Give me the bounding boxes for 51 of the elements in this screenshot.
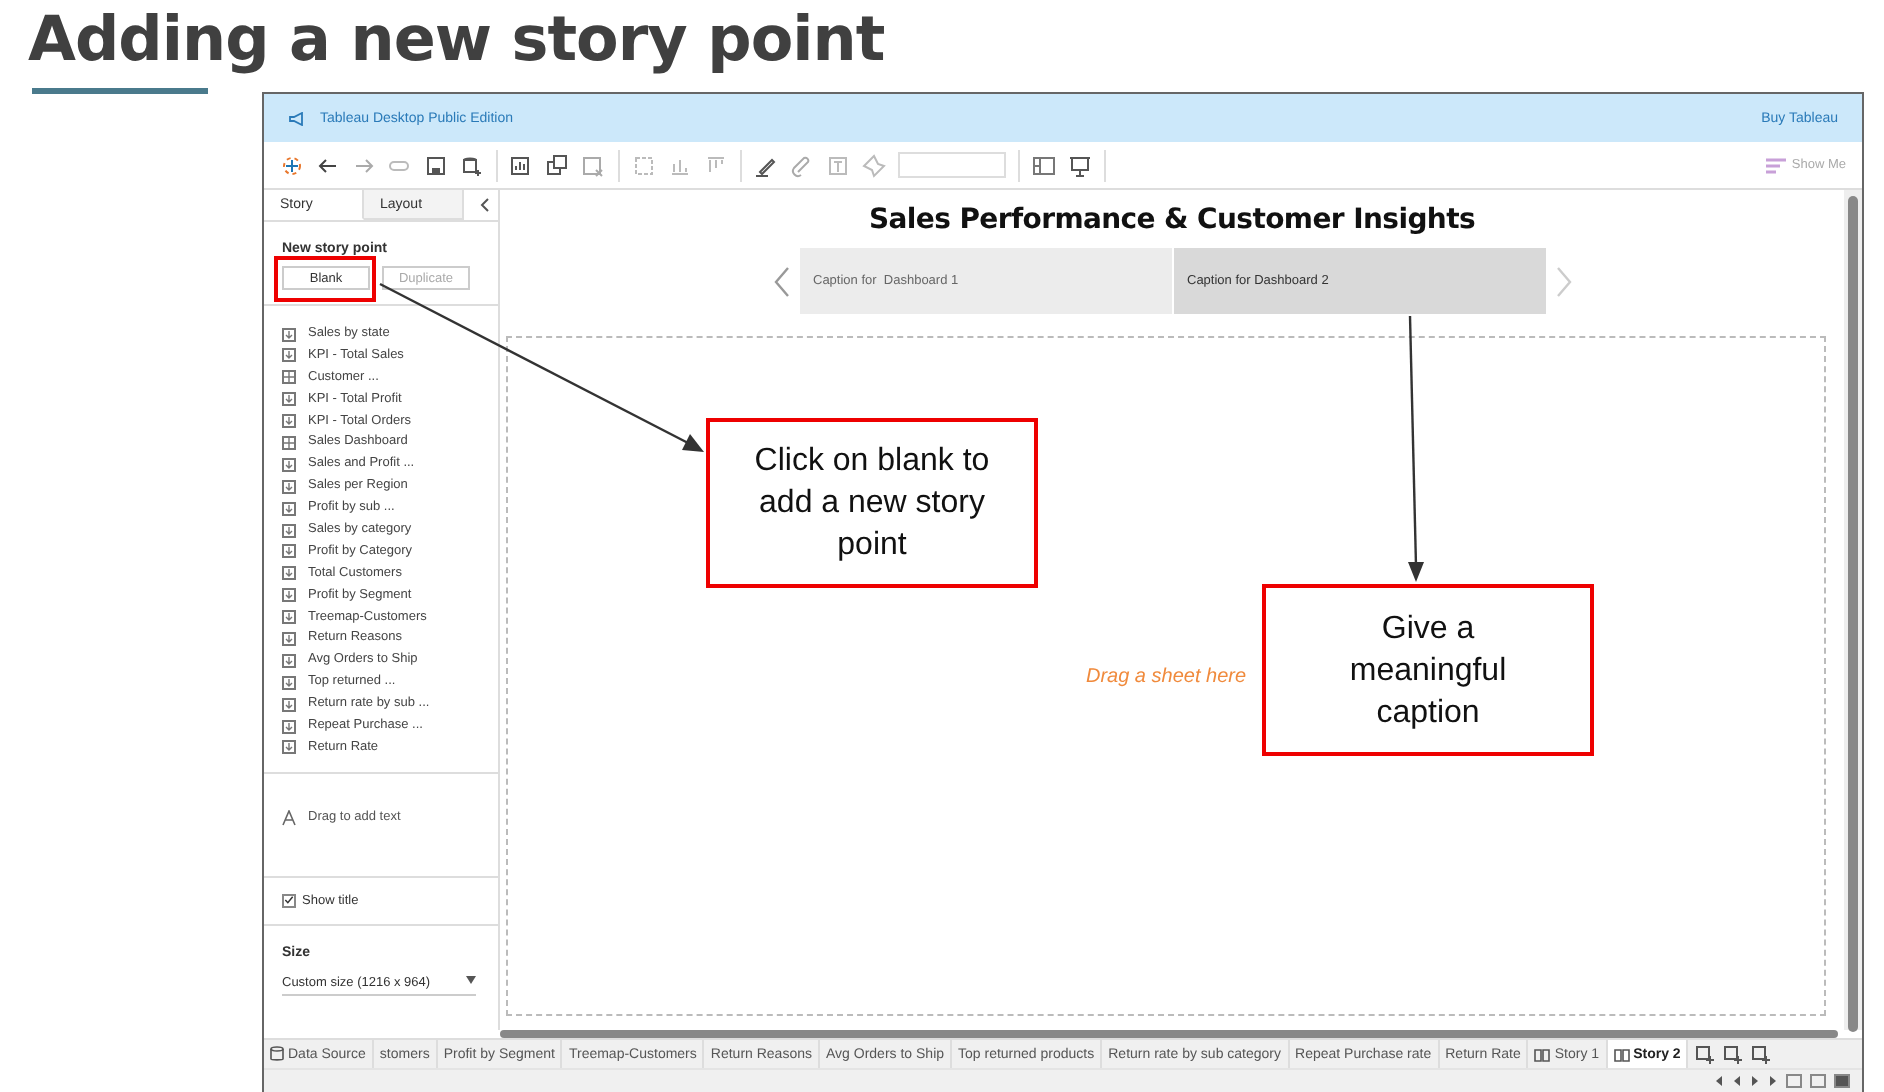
dashboard-icon xyxy=(282,435,296,450)
slide-title: Adding a new story point xyxy=(28,2,887,80)
paperclip-icon[interactable] xyxy=(790,153,814,177)
callout-note: Give a meaningful caption xyxy=(1262,584,1594,756)
first-page-icon[interactable] xyxy=(1714,1076,1724,1086)
sheet-icon xyxy=(282,501,296,516)
new-worksheet-icon[interactable] xyxy=(1696,1045,1715,1063)
sheet-icon xyxy=(282,740,296,755)
save-icon[interactable] xyxy=(424,153,448,177)
bar-chart-icon xyxy=(1765,157,1786,173)
sheet-icon xyxy=(282,457,296,472)
book-icon xyxy=(1534,1047,1551,1061)
sheet-icon xyxy=(282,392,296,407)
highlight-box xyxy=(274,256,376,302)
sheet-icon xyxy=(282,479,296,494)
dashboard-icon xyxy=(282,370,296,385)
previous-page-icon[interactable] xyxy=(1732,1076,1742,1086)
callout-note: Click on blank to add a new story point xyxy=(706,418,1038,588)
show-title-checkbox[interactable] xyxy=(282,893,296,908)
sheet-icon xyxy=(282,523,296,538)
add-datasource-icon[interactable] xyxy=(460,153,484,177)
text-icon[interactable] xyxy=(282,809,296,826)
list-view-icon[interactable] xyxy=(1810,1074,1826,1088)
book-icon xyxy=(1613,1047,1630,1061)
megaphone-icon xyxy=(288,111,306,125)
back-arrow-icon[interactable] xyxy=(316,153,340,177)
sheet-icon xyxy=(282,610,296,625)
duplicate-icon[interactable] xyxy=(546,153,570,177)
horizontal-scrollbar[interactable] xyxy=(500,1030,1838,1038)
sheet-icon xyxy=(282,653,296,668)
caret-icon xyxy=(466,975,476,984)
sheet-icon xyxy=(282,697,296,712)
sheet-icon xyxy=(282,588,296,603)
sheet-icon xyxy=(282,327,296,341)
highlight-pen-icon[interactable] xyxy=(754,153,778,177)
sheet-icon xyxy=(282,631,296,646)
story-title: Sales Performance & Customer Insights xyxy=(868,204,1476,236)
sheet-icon xyxy=(282,719,296,734)
sheet-icon xyxy=(282,566,296,581)
sheet-icon xyxy=(282,348,296,363)
sheet-icon xyxy=(282,414,296,429)
drop-hint: Drag a sheet here xyxy=(1085,665,1247,687)
sheet-icon xyxy=(282,544,296,559)
last-page-icon[interactable] xyxy=(1768,1076,1778,1086)
grid-view-icon[interactable] xyxy=(1786,1074,1802,1088)
collapse-icon[interactable] xyxy=(480,198,490,212)
database-icon xyxy=(270,1046,284,1062)
next-page-icon[interactable] xyxy=(1750,1076,1760,1086)
vertical-scrollbar[interactable] xyxy=(1844,190,1862,1030)
new-worksheet-icon[interactable] xyxy=(510,153,534,177)
sheet-icon xyxy=(282,675,296,690)
